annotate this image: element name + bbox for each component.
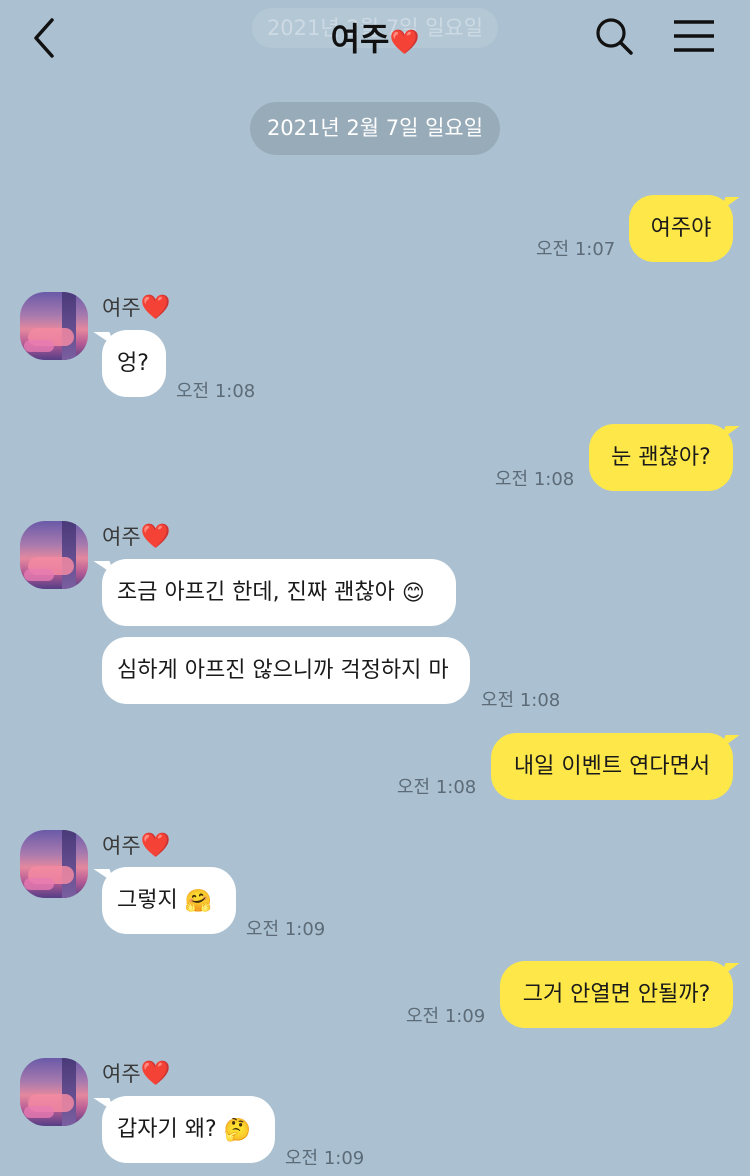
message-time: 오전 1:08 <box>176 381 256 402</box>
hamburger-menu-icon <box>674 20 714 52</box>
sender-name-text: 여주 <box>102 834 141 858</box>
sender-name-text: 여주 <box>102 1062 141 1086</box>
sender-name-text: 여주 <box>102 296 141 320</box>
avatar[interactable] <box>20 521 88 589</box>
heart-icon: ❤️ <box>140 293 171 321</box>
message-time: 오전 1:09 <box>246 919 326 940</box>
message-text: 눈 괜찮아? <box>611 445 711 470</box>
message-time: 오전 1:08 <box>495 469 575 490</box>
thinking-face-emoji: 🤔 <box>223 1117 252 1143</box>
outgoing-message-bubble[interactable]: 눈 괜찮아? <box>589 424 733 491</box>
chat-title[interactable]: 여주❤️ <box>0 14 750 60</box>
avatar[interactable] <box>20 830 88 898</box>
incoming-message-bubble[interactable]: 심하게 아프진 않으니까 걱정하지 마 <box>102 637 470 704</box>
message-text: 내일 이벤트 연다면서 <box>513 754 711 779</box>
heart-icon: ❤️ <box>389 28 420 56</box>
incoming-message-bubble[interactable]: 조금 아프긴 한데, 진짜 괜찮아 😊 <box>102 559 456 626</box>
search-icon <box>596 18 633 55</box>
chat-title-text: 여주 <box>330 20 390 58</box>
message-text: 여주야 <box>650 216 712 241</box>
message-time: 오전 1:09 <box>406 1006 486 1027</box>
menu-button[interactable] <box>672 18 716 54</box>
heart-icon: ❤️ <box>140 522 171 550</box>
message-text: 조금 아프긴 한데, 진짜 괜찮아 <box>117 580 395 605</box>
message-time: 오전 1:09 <box>285 1148 365 1169</box>
smiling-face-emoji: 😊 <box>401 580 425 606</box>
search-button[interactable] <box>594 16 634 56</box>
message-time: 오전 1:07 <box>536 239 616 260</box>
message-text: 엉? <box>117 351 149 376</box>
heart-icon: ❤️ <box>140 1059 171 1087</box>
chat-header: 2021년 2월 7일 일요일 여주❤️ <box>0 0 750 78</box>
message-time: 오전 1:08 <box>481 690 561 711</box>
message-text: 갑자기 왜? <box>117 1117 217 1142</box>
outgoing-message-bubble[interactable]: 내일 이벤트 연다면서 <box>491 733 733 800</box>
outgoing-message-bubble[interactable]: 여주야 <box>629 195 733 262</box>
sender-name-text: 여주 <box>102 525 141 549</box>
message-text: 그거 안열면 안될까? <box>522 982 711 1007</box>
hugging-face-emoji: 🤗 <box>184 888 213 914</box>
incoming-message-bubble[interactable]: 그렇지 🤗 <box>102 867 236 934</box>
avatar[interactable] <box>20 292 88 360</box>
message-text: 심하게 아프진 않으니까 걱정하지 마 <box>117 658 449 683</box>
sender-name: 여주❤️ <box>102 292 171 322</box>
avatar[interactable] <box>20 1058 88 1126</box>
incoming-message-bubble[interactable]: 엉? <box>102 330 166 397</box>
outgoing-message-bubble[interactable]: 그거 안열면 안될까? <box>500 961 733 1028</box>
date-divider: 2021년 2월 7일 일요일 <box>250 102 500 155</box>
heart-icon: ❤️ <box>140 831 171 859</box>
message-text: 그렇지 <box>117 888 178 913</box>
sender-name: 여주❤️ <box>102 830 171 860</box>
message-time: 오전 1:08 <box>397 777 477 798</box>
sender-name: 여주❤️ <box>102 521 171 551</box>
sender-name: 여주❤️ <box>102 1058 171 1088</box>
incoming-message-bubble[interactable]: 갑자기 왜? 🤔 <box>102 1096 275 1163</box>
